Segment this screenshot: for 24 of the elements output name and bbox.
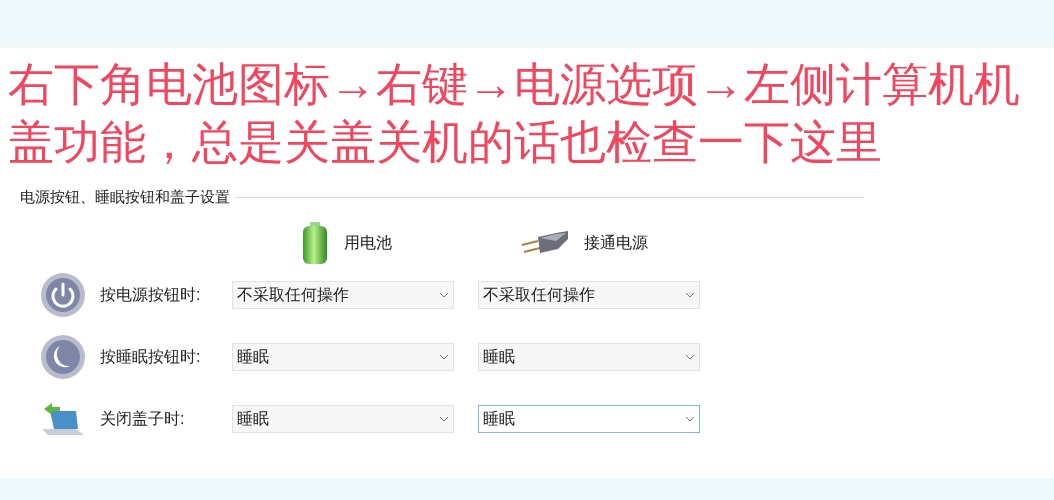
section-title: 电源按钮、睡眠按钮和盖子设置 [20, 187, 230, 207]
battery-icon [300, 220, 330, 265]
caption-line: 右下角电池图标→右键→电源选项→左侧计算机机 [8, 58, 1020, 110]
chevron-down-icon [685, 292, 695, 298]
power-icon [40, 272, 86, 318]
chevron-down-icon [439, 416, 449, 422]
caption-line: 盖功能，总是关盖关机的话也检查一下这里 [8, 116, 882, 168]
dropdown[interactable]: 睡眠 [232, 343, 454, 371]
chevron-down-icon [685, 354, 695, 360]
column-header: 用电池 [344, 232, 392, 253]
chevron-down-icon [685, 416, 695, 422]
dropdown[interactable]: 睡眠 [478, 343, 700, 371]
chevron-down-icon [439, 292, 449, 298]
dropdown[interactable]: 不采取任何操作 [478, 281, 700, 309]
dropdown[interactable]: 不采取任何操作 [232, 281, 454, 309]
row-label: 关闭盖子时: [100, 409, 186, 429]
moon-icon [40, 334, 86, 380]
row-label: 按睡眠按钮时: [100, 347, 202, 367]
dropdown[interactable]: 睡眠 [478, 405, 700, 433]
laptop-icon [40, 401, 86, 437]
column-header: 接通电源 [584, 232, 648, 253]
dropdown[interactable]: 睡眠 [232, 405, 454, 433]
chevron-down-icon [439, 354, 449, 360]
row-label: 按电源按钮时: [100, 285, 202, 305]
